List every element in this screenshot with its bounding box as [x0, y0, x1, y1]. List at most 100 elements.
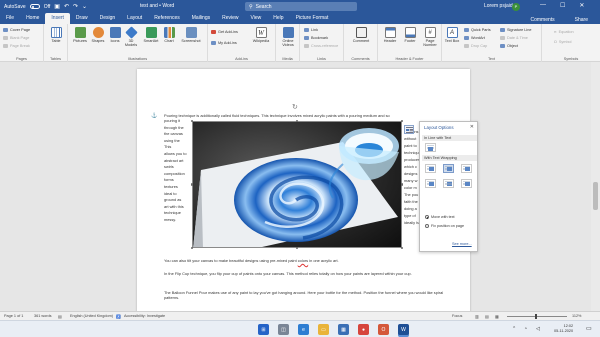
resize-handle-bottom[interactable] [295, 246, 299, 250]
selected-picture[interactable] [192, 121, 402, 248]
symbol-button[interactable]: Ω Symbol [554, 40, 572, 44]
online-videos-button[interactable]: Online Videos [278, 27, 298, 48]
page-break-button[interactable]: Page Break [3, 44, 30, 48]
save-icon[interactable]: ▣ [54, 3, 60, 10]
autosave-toggle[interactable] [29, 4, 40, 9]
object-button[interactable]: Object [500, 44, 518, 48]
rotate-handle-icon[interactable]: ↻ [292, 103, 298, 111]
clock[interactable]: 12:02 05-11-2020 [554, 324, 573, 334]
volume-icon[interactable]: ◁ [536, 326, 540, 332]
redo-icon[interactable]: ↷ [73, 3, 78, 10]
tab-design[interactable]: Design [94, 13, 122, 24]
blank-page-button[interactable]: Blank Page [3, 36, 29, 40]
zoom-slider[interactable] [507, 316, 567, 317]
resize-handle-bottom-left[interactable] [190, 246, 194, 250]
chart-button[interactable]: Chart [162, 27, 176, 43]
wordart-button[interactable]: WordArt [464, 36, 485, 40]
text-box-button[interactable]: A Text Box [444, 27, 460, 43]
resize-handle-bottom-right[interactable] [400, 246, 404, 250]
network-icon[interactable]: ◔ [524, 326, 527, 332]
spelling-error[interactable]: colors [298, 258, 308, 263]
maximize-button[interactable]: ☐ [560, 2, 565, 9]
resize-handle-top-right[interactable] [400, 119, 404, 123]
focus-mode[interactable]: Focus [452, 314, 462, 318]
pictures-button[interactable]: Pictures [72, 27, 88, 43]
undo-icon[interactable]: ↶ [64, 3, 69, 10]
my-addins-button[interactable]: My Add-ins [211, 41, 237, 45]
tab-review[interactable]: Review [216, 13, 244, 24]
wrap-tight-option[interactable] [443, 164, 454, 173]
icons-button[interactable]: Icons [108, 27, 122, 43]
resize-handle-top[interactable] [295, 119, 299, 123]
cover-page-button[interactable]: Cover Page [3, 28, 30, 32]
wrapped-text-left[interactable]: pouring it through the the canvas using … [164, 118, 192, 224]
wikipedia-button[interactable]: W Wikipedia [248, 27, 274, 43]
word-count[interactable]: 361 words [34, 314, 52, 318]
bookmark-button[interactable]: Bookmark [304, 36, 328, 40]
fix-position-radio[interactable]: Fix position on page [425, 224, 475, 229]
office-icon[interactable]: O [378, 324, 389, 335]
page-number-button[interactable]: # Page Number [420, 27, 440, 48]
drop-cap-button[interactable]: Drop Cap [464, 44, 487, 48]
wrap-square-option[interactable] [425, 164, 436, 173]
wrap-through-option[interactable] [461, 164, 472, 173]
vertical-scrollbar[interactable] [591, 62, 600, 327]
date-time-button[interactable]: Date & Time [500, 36, 528, 40]
language[interactable]: English (United Kingdom) [70, 314, 113, 318]
customize-qat-icon[interactable]: ⌄ [82, 3, 87, 10]
comment-button[interactable]: Comment [349, 27, 373, 43]
anchor-icon[interactable]: ⚓ [151, 113, 157, 119]
close-button[interactable]: ✕ [579, 2, 584, 9]
3d-models-button[interactable]: 3D Models [123, 26, 139, 48]
wrap-in-front-option[interactable] [461, 179, 472, 188]
tab-help[interactable]: Help [267, 13, 289, 24]
get-addins-button[interactable]: Get Add-ins [211, 30, 238, 34]
resize-handle-right[interactable] [400, 183, 404, 186]
tab-draw[interactable]: Draw [70, 13, 94, 24]
word-taskbar-icon[interactable]: W [398, 324, 409, 335]
wrap-behind-text-option[interactable] [443, 179, 454, 188]
minimize-button[interactable]: — [540, 2, 546, 9]
web-layout-icon[interactable]: ▦ [495, 314, 499, 319]
zoom-level[interactable]: 112% [572, 314, 581, 318]
close-icon[interactable]: ✕ [470, 124, 474, 130]
chrome-icon[interactable]: ● [358, 324, 369, 335]
tab-view[interactable]: View [245, 13, 268, 24]
store-taskbar-icon[interactable]: ▦ [338, 324, 349, 335]
paragraph-flip-cup[interactable]: In the Flip Cup technique, you flip your… [164, 271, 456, 276]
tab-home[interactable]: Home [20, 13, 45, 24]
tab-insert[interactable]: Insert [45, 13, 70, 24]
quick-parts-button[interactable]: Quick Parts [464, 28, 491, 32]
avatar[interactable]: P [512, 2, 520, 11]
search-box[interactable]: ⚲ Search [245, 2, 357, 11]
equation-button[interactable]: π Equation [554, 30, 574, 34]
notifications-icon[interactable]: ▭ [586, 325, 592, 332]
start-icon[interactable]: ⊞ [258, 324, 269, 335]
smartart-button[interactable]: SmartArt [142, 27, 160, 43]
resize-handle-left[interactable] [190, 183, 194, 186]
tab-picture-format[interactable]: Picture Format [290, 13, 335, 24]
paragraph-tilt[interactable]: You can also tilt your canvas to make be… [164, 258, 456, 263]
resize-handle-top-left[interactable] [190, 119, 194, 123]
see-more-link[interactable]: See more... [452, 242, 472, 246]
tab-mailings[interactable]: Mailings [186, 13, 216, 24]
page-count[interactable]: Page 1 of 1 [4, 314, 23, 318]
signature-line-button[interactable]: Signature Line [500, 28, 532, 32]
screenshot-button[interactable]: Screenshot [178, 27, 204, 43]
zoom-slider-thumb[interactable] [535, 314, 537, 319]
paragraph-balloon[interactable]: The Balloon Funnel Pour makes use of any… [164, 290, 456, 300]
footer-button[interactable]: Footer [400, 27, 420, 43]
read-mode-icon[interactable]: ▥ [475, 314, 479, 319]
table-button[interactable]: Table [50, 27, 62, 43]
wrap-top-bottom-option[interactable] [425, 179, 436, 188]
tab-file[interactable]: File [0, 13, 20, 24]
link-button[interactable]: Link [304, 28, 318, 32]
tab-references[interactable]: References [148, 13, 186, 24]
shapes-button[interactable]: Shapes [90, 27, 106, 43]
file-explorer-icon[interactable]: ▭ [318, 324, 329, 335]
tab-layout[interactable]: Layout [121, 13, 148, 24]
cross-reference-button[interactable]: Cross-reference [304, 44, 338, 48]
print-layout-icon[interactable]: ▤ [485, 314, 489, 319]
user-name[interactable]: Lorem psjaid [484, 3, 513, 9]
scrollbar-thumb[interactable] [593, 182, 598, 210]
